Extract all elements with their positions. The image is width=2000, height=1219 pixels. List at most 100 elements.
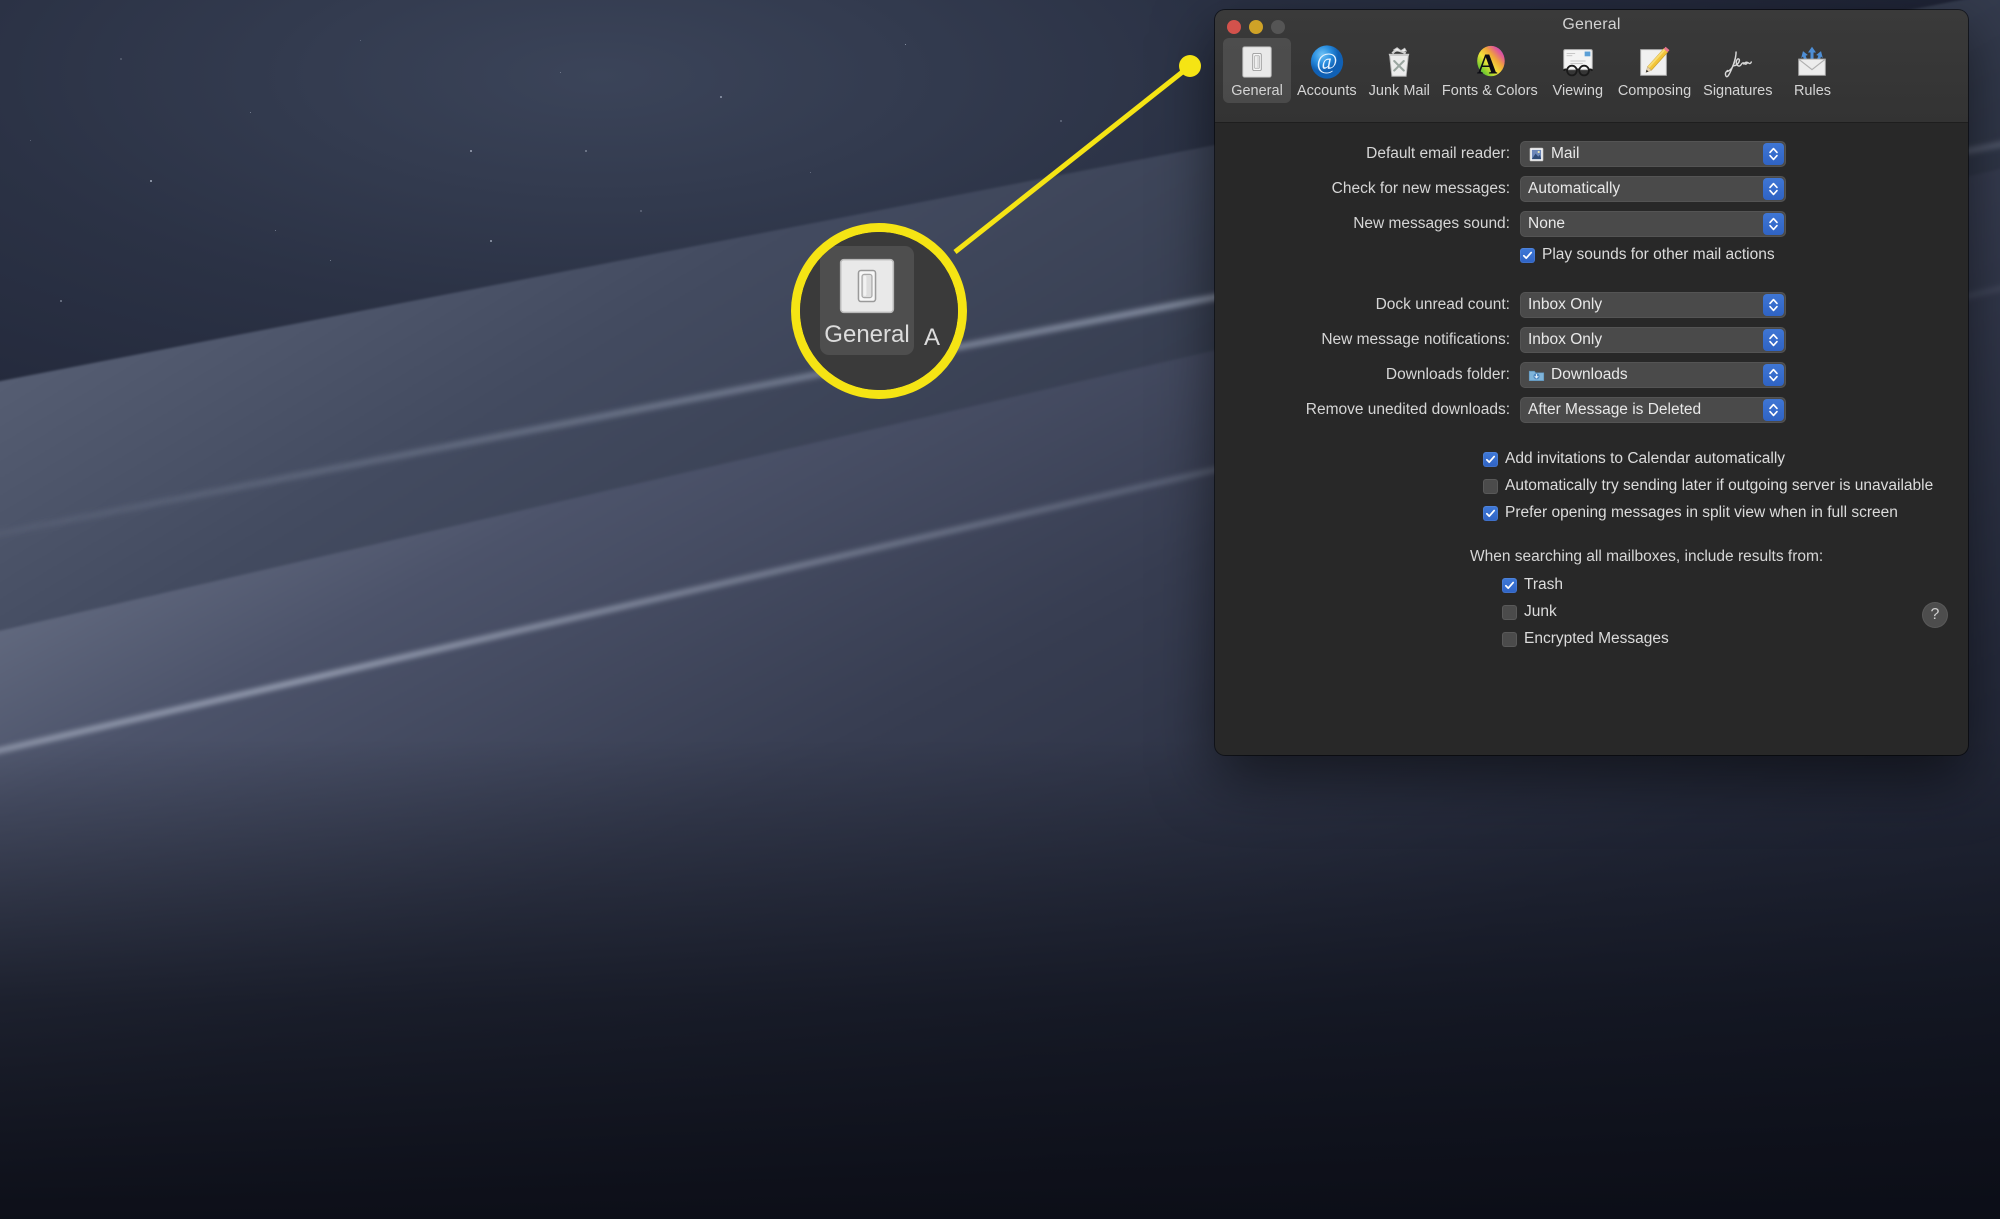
light-switch-icon (836, 255, 898, 317)
setting-row-play-sounds[interactable]: Play sounds for other mail actions (1215, 246, 1968, 264)
toolbar-tab-label: Composing (1617, 83, 1692, 99)
checkbox-label: Prefer opening messages in split view wh… (1505, 504, 1898, 521)
magnified-general-tab[interactable]: General (820, 246, 914, 355)
popup-value: Inbox Only (1528, 331, 1603, 348)
setting-row-automatically-try-sending-later-if-outgoin[interactable]: Automatically try sending later if outgo… (1483, 477, 1968, 495)
popup-value: After Message is Deleted (1528, 401, 1702, 418)
checkbox-junk[interactable] (1502, 604, 1517, 620)
checkbox-prefer-opening-messages-in-split-view-when[interactable] (1483, 505, 1498, 521)
callout-magnifier-bubble: General A (800, 232, 958, 390)
checkbox-play-sounds[interactable] (1520, 247, 1535, 263)
toolbar-tab-composing[interactable]: Composing (1612, 38, 1697, 103)
signature-icon (1719, 43, 1757, 81)
setting-row-remove-unedited-downloads: Remove unedited downloads: After Message … (1215, 397, 1968, 423)
setting-row-new-messages-sound: New messages sound: None (1215, 211, 1968, 237)
popup-stepper-arrows[interactable] (1763, 329, 1784, 351)
toolbar-tab-label: General (1231, 83, 1283, 99)
setting-row-junk[interactable]: Junk (1502, 603, 1968, 621)
popup-button-new-messages-sound[interactable]: None (1520, 211, 1786, 237)
trash-can-x-icon (1380, 43, 1418, 81)
svg-text:A: A (1477, 49, 1498, 80)
window-title: General (1562, 16, 1621, 33)
popup-value: Downloads (1551, 366, 1628, 383)
toolbar-tab-label: Rules (1793, 83, 1832, 99)
toolbar-tab-viewing[interactable]: Viewing (1544, 38, 1612, 103)
magnified-neighbor-partial-label: A (924, 324, 941, 351)
mail-preferences-window[interactable]: General General @ Accounts Junk Mail A Fonts … (1215, 10, 1968, 755)
envelope-arrows-icon (1793, 43, 1831, 81)
search-section-title: When searching all mailboxes, include re… (1470, 548, 1824, 565)
light-switch-icon (1238, 43, 1276, 81)
setting-row-dock-unread-count: Dock unread count: Inbox Only (1215, 292, 1968, 318)
popup-button-remove-unedited-downloads[interactable]: After Message is Deleted (1520, 397, 1786, 423)
toolbar-tab-accounts[interactable]: @ Accounts (1291, 38, 1363, 103)
toolbar-tab-rules[interactable]: Rules (1778, 38, 1846, 103)
popup-value: Mail (1551, 145, 1580, 162)
setting-row-add-invitations-to-calendar-automatically[interactable]: Add invitations to Calendar automaticall… (1483, 450, 1968, 468)
popup-button-default-email-reader[interactable]: Mail (1520, 141, 1786, 167)
checkbox-label: Add invitations to Calendar automaticall… (1505, 450, 1786, 467)
settings-group-general: Default email reader: Mail Check for new m… (1215, 123, 1968, 237)
checkbox-label: Trash (1524, 576, 1564, 593)
preferences-content: Default email reader: Mail Check for new m… (1215, 123, 1968, 648)
checkbox-add-invitations-to-calendar-automatically[interactable] (1483, 451, 1498, 467)
checkmark-icon (1504, 581, 1515, 589)
help-button[interactable]: ? (1922, 602, 1948, 628)
rainbow-a-icon: A (1471, 43, 1509, 81)
search-options-list: Trash Junk Encrypted Messages (1470, 576, 1968, 648)
popup-stepper-arrows[interactable] (1763, 178, 1784, 200)
toolbar-tab-label: Junk Mail (1368, 83, 1430, 99)
setting-label-remove-unedited-downloads: Remove unedited downloads: (1305, 401, 1510, 418)
checkbox-encrypted-messages[interactable] (1502, 631, 1517, 647)
settings-group-checkboxes: Add invitations to Calendar automaticall… (1215, 432, 1968, 522)
setting-label-new-message-notifications: New message notifications: (1321, 331, 1510, 348)
svg-text:@: @ (1316, 49, 1337, 74)
setting-row-default-email-reader: Default email reader: Mail (1215, 141, 1968, 167)
setting-label-dock-unread-count: Dock unread count: (1375, 296, 1510, 313)
mail-app-icon (1528, 146, 1545, 163)
toolbar-tab-label: Viewing (1552, 83, 1604, 99)
at-sign-icon: @ (1308, 43, 1346, 81)
checkbox-label: Automatically try sending later if outgo… (1505, 477, 1934, 494)
popup-stepper-arrows[interactable] (1763, 294, 1784, 316)
setting-label-downloads-folder: Downloads folder: (1385, 366, 1510, 383)
popup-button-dock-unread-count[interactable]: Inbox Only (1520, 292, 1786, 318)
toolbar-tab-signatures[interactable]: Signatures (1697, 38, 1778, 103)
popup-button-downloads-folder[interactable]: Downloads (1520, 362, 1786, 388)
setting-label-new-messages-sound: New messages sound: (1353, 215, 1510, 232)
checkbox-label: Encrypted Messages (1524, 630, 1669, 647)
popup-button-check-for-new-messages[interactable]: Automatically (1520, 176, 1786, 202)
toolbar-tab-fonts-colors[interactable]: A Fonts & Colors (1436, 38, 1544, 103)
toolbar-tab-general[interactable]: General (1223, 38, 1291, 103)
magnifier-content: General A (800, 232, 958, 390)
checkbox-automatically-try-sending-later-if-outgoin[interactable] (1483, 478, 1498, 494)
setting-label-check-for-new-messages: Check for new messages: (1331, 180, 1510, 197)
toolbar-tab-label: Signatures (1703, 83, 1773, 99)
checkmark-icon (1522, 251, 1533, 259)
downloads-folder-icon (1528, 367, 1545, 384)
checkbox-trash[interactable] (1502, 577, 1517, 593)
checkbox-label: Junk (1524, 603, 1557, 620)
toolbar-tab-junk-mail[interactable]: Junk Mail (1363, 38, 1436, 103)
settings-group-notifications: Dock unread count: Inbox Only New message … (1215, 273, 1968, 423)
checkmark-icon (1485, 509, 1496, 517)
popup-value: None (1528, 215, 1566, 232)
magnified-general-label: General (824, 321, 910, 348)
window-titlebar: General General @ Accounts Junk Mail A Fonts … (1215, 10, 1968, 123)
setting-row-prefer-opening-messages-in-split-view-when[interactable]: Prefer opening messages in split view wh… (1483, 504, 1968, 522)
popup-button-new-message-notifications[interactable]: Inbox Only (1520, 327, 1786, 353)
preferences-toolbar[interactable]: General @ Accounts Junk Mail A Fonts & Colors… (1223, 38, 1960, 103)
toolbar-tab-label: Fonts & Colors (1441, 83, 1538, 99)
setting-row-encrypted-messages[interactable]: Encrypted Messages (1502, 630, 1968, 648)
setting-row-downloads-folder: Downloads folder: Downloads (1215, 362, 1968, 388)
setting-row-trash[interactable]: Trash (1502, 576, 1968, 594)
popup-stepper-arrows[interactable] (1763, 213, 1784, 235)
checkmark-icon (1485, 455, 1496, 463)
search-mailboxes-section: When searching all mailboxes, include re… (1215, 531, 1968, 648)
label-play-sounds: Play sounds for other mail actions (1542, 246, 1775, 263)
popup-stepper-arrows[interactable] (1763, 364, 1784, 386)
envelope-glasses-icon (1559, 43, 1597, 81)
setting-row-check-for-new-messages: Check for new messages: Automatically (1215, 176, 1968, 202)
popup-stepper-arrows[interactable] (1763, 399, 1784, 421)
popup-stepper-arrows[interactable] (1763, 143, 1784, 165)
